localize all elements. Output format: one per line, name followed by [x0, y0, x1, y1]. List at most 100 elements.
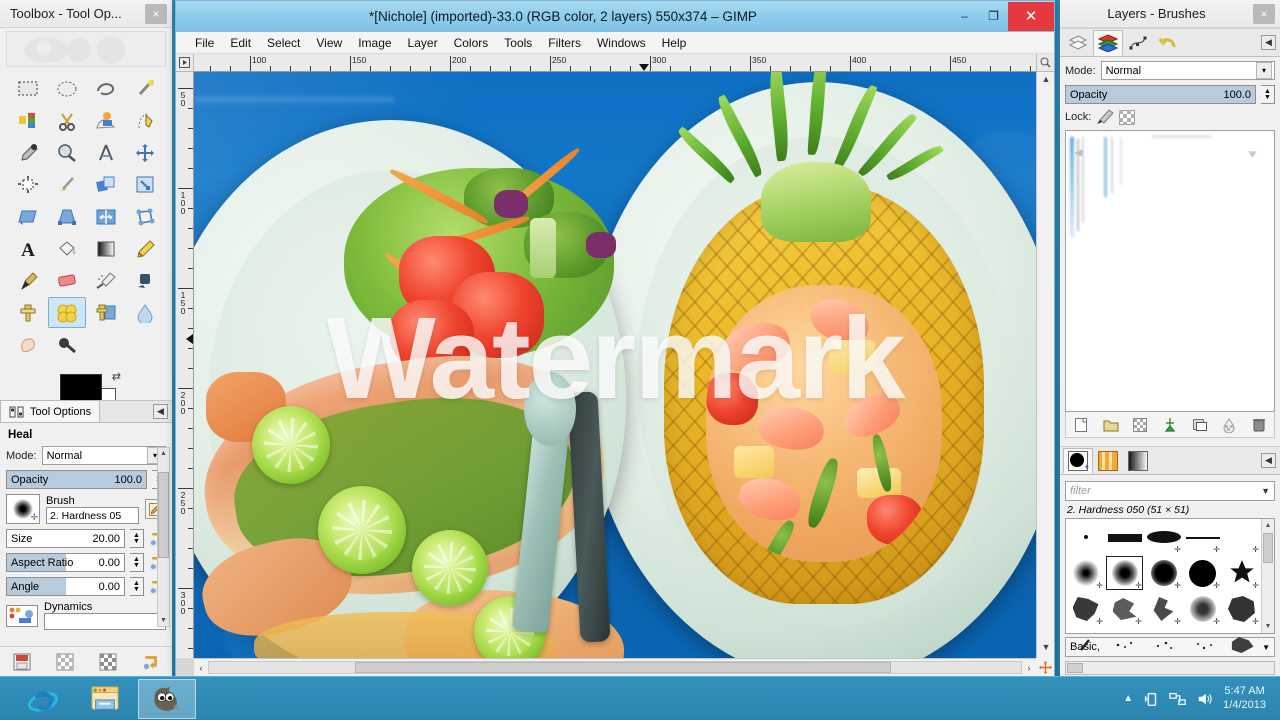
dynamics-preview[interactable] — [6, 604, 38, 627]
menu-windows[interactable]: Windows — [590, 34, 653, 52]
fuzzy-select-tool[interactable] — [126, 73, 164, 104]
vertical-ruler[interactable]: 50 100 150 200 250 300 — [176, 72, 194, 658]
canvas-horizontal-scrollbar[interactable]: ‹ › — [194, 658, 1036, 676]
free-select-tool[interactable] — [87, 73, 125, 104]
tool-options-menu-button[interactable]: ◀ — [153, 404, 168, 419]
brush-cell[interactable] — [1105, 519, 1144, 555]
menu-filters[interactable]: Filters — [541, 34, 588, 52]
angle-stepper[interactable]: ▲ ▼ — [130, 577, 144, 596]
lock-alpha-icon[interactable] — [1119, 109, 1136, 125]
scissors-select-tool[interactable] — [48, 105, 86, 136]
eraser-tool[interactable] — [48, 265, 86, 296]
tab-paths[interactable] — [1123, 30, 1153, 56]
brushes-menu-button[interactable]: ◀ — [1261, 453, 1276, 468]
airbrush-tool[interactable] — [87, 265, 125, 296]
reset-tool-options-icon[interactable] — [142, 653, 160, 671]
paintbrush-tool[interactable] — [9, 265, 47, 296]
brush-cell[interactable]: ✛ — [1222, 591, 1261, 627]
rect-select-tool[interactable] — [9, 73, 47, 104]
taskbar-item-file-explorer[interactable] — [76, 679, 134, 719]
brush-cell-selected[interactable]: ✛ — [1105, 555, 1144, 591]
foreground-select-tool[interactable] — [87, 105, 125, 136]
navigation-button[interactable] — [1036, 658, 1054, 676]
mode-select[interactable]: Normal ▾ — [41, 446, 166, 465]
close-button[interactable]: ✕ — [1008, 1, 1054, 31]
new-layer-icon[interactable] — [1073, 417, 1089, 433]
brush-filter-input[interactable]: filter — [1070, 485, 1091, 497]
maximize-button[interactable]: ❐ — [979, 2, 1008, 31]
menu-tools[interactable]: Tools — [497, 34, 539, 52]
ink-tool[interactable] — [126, 265, 164, 296]
angle-slider[interactable]: Angle 0.00 — [6, 577, 125, 596]
canvas-scroll-right-icon[interactable]: › — [1022, 663, 1036, 673]
pencil-tool[interactable] — [126, 233, 164, 264]
layer-mode-select[interactable]: Normal ▾ — [1100, 61, 1275, 80]
ruler-unit-button[interactable] — [176, 54, 194, 72]
aspect-ratio-stepper[interactable]: ▲ ▼ — [130, 553, 144, 572]
brush-cell[interactable]: ✛ — [1066, 591, 1105, 627]
minimize-button[interactable]: – — [950, 2, 979, 31]
menu-colors[interactable]: Colors — [447, 34, 496, 52]
ellipse-select-tool[interactable] — [48, 73, 86, 104]
canvas-scroll-down-icon[interactable]: ▼ — [1039, 642, 1053, 656]
brush-cell[interactable]: ✛ — [1144, 591, 1183, 627]
brush-cell[interactable]: ✛ — [1183, 591, 1222, 627]
merge-down-icon[interactable] — [1192, 417, 1208, 433]
canvas-scroll-left-icon[interactable]: ‹ — [194, 663, 208, 673]
taskbar-item-internet-explorer[interactable] — [14, 679, 72, 719]
brush-cell[interactable]: ✛ — [1066, 555, 1105, 591]
zoom-tool[interactable] — [48, 137, 86, 168]
brush-cell[interactable]: ✛ — [1222, 519, 1261, 555]
delete-tool-options-icon[interactable] — [99, 653, 117, 671]
dynamics-value[interactable] — [44, 613, 166, 630]
usb-device-icon[interactable] — [1142, 690, 1160, 708]
right-dock-close-button[interactable]: × — [1253, 3, 1275, 24]
tab-patterns[interactable] — [1093, 448, 1123, 474]
aspect-ratio-slider[interactable]: Aspect Ratio 0.00 — [6, 553, 125, 572]
brush-grid-scrollbar[interactable]: ▲ ▼ — [1261, 519, 1274, 633]
layer-opacity-stepper[interactable]: ▲ ▼ — [1261, 85, 1275, 104]
crop-tool[interactable] — [48, 169, 86, 200]
scrollbar-thumb[interactable] — [158, 472, 169, 558]
menu-file[interactable]: File — [188, 34, 221, 52]
brush-cell[interactable] — [1105, 627, 1144, 663]
brush-cell[interactable] — [1066, 627, 1105, 663]
brush-scroll-up-icon[interactable]: ▲ — [1263, 520, 1273, 531]
paths-tool[interactable] — [126, 105, 164, 136]
dodge-burn-tool[interactable] — [48, 329, 86, 360]
blur-sharpen-tool[interactable] — [126, 297, 164, 328]
brush-scrollbar-thumb[interactable] — [1263, 533, 1273, 563]
measure-tool[interactable] — [87, 137, 125, 168]
brush-cell[interactable]: ✛ — [1183, 555, 1222, 591]
tab-tool-options[interactable]: Tool Options — [0, 400, 101, 422]
tab-layers[interactable] — [1063, 30, 1093, 56]
tab-undo-history[interactable] — [1153, 30, 1183, 56]
hscroll-track[interactable] — [208, 661, 1022, 674]
heal-tool[interactable] — [47, 297, 86, 328]
brush-cell[interactable]: ✛ — [1222, 555, 1261, 591]
layer-opacity-slider[interactable]: Opacity 100.0 — [1065, 85, 1256, 104]
menu-layer[interactable]: Layer — [401, 34, 445, 52]
restore-tool-options-icon[interactable] — [56, 653, 74, 671]
tab-channels[interactable] — [1093, 29, 1123, 56]
alignment-tool[interactable] — [9, 169, 47, 200]
brush-cell[interactable]: ✛ — [1144, 519, 1183, 555]
brush-cell[interactable] — [1144, 627, 1183, 663]
brush-grid[interactable]: ✛ ✛ ✛ ✛ ✛ ✛ ✛ ✛ ✛ ✛ ✛ ✛ ✛ — [1066, 519, 1261, 653]
bucket-fill-tool[interactable] — [48, 233, 86, 264]
zoom-image-button[interactable] — [1036, 54, 1054, 72]
smudge-tool[interactable] — [9, 329, 47, 360]
volume-icon[interactable] — [1196, 690, 1214, 708]
lock-pixels-icon[interactable] — [1096, 109, 1115, 125]
shear-tool[interactable] — [9, 201, 47, 232]
menu-view[interactable]: View — [309, 34, 349, 52]
brush-cell[interactable]: ✛ — [1144, 555, 1183, 591]
gradient-tool[interactable] — [87, 233, 125, 264]
brush-scroll-down-icon[interactable]: ▼ — [1263, 621, 1273, 632]
brush-cell[interactable]: ✛ — [1183, 519, 1222, 555]
menu-help[interactable]: Help — [655, 34, 694, 52]
menu-image[interactable]: Image — [351, 34, 398, 52]
taskbar-item-gimp[interactable] — [138, 678, 196, 719]
save-tool-options-icon[interactable] — [13, 653, 31, 671]
hscroll-thumb[interactable] — [355, 662, 892, 673]
